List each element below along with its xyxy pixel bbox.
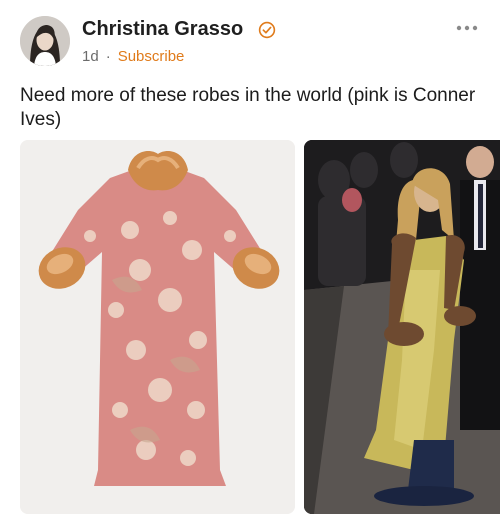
subscribe-link[interactable]: Subscribe [118, 48, 185, 65]
avatar[interactable] [20, 16, 70, 66]
avatar-image [20, 16, 70, 66]
post-time: 1d [82, 48, 99, 65]
more-options-icon[interactable] [456, 24, 478, 32]
post-header: Christina Grasso 1d · Subscribe [20, 16, 480, 72]
street-photo-right[interactable] [304, 140, 500, 514]
verified-badge-icon [258, 21, 276, 39]
meta-separator: · [105, 48, 111, 65]
post-text: Need more of these robes in the world (p… [20, 85, 476, 130]
author-name[interactable]: Christina Grasso [82, 18, 243, 41]
robe-photo-left[interactable] [20, 140, 295, 514]
post-meta: 1d · Subscribe [82, 48, 184, 65]
pink-robe-image [20, 140, 295, 514]
street-photo-image [304, 140, 500, 514]
